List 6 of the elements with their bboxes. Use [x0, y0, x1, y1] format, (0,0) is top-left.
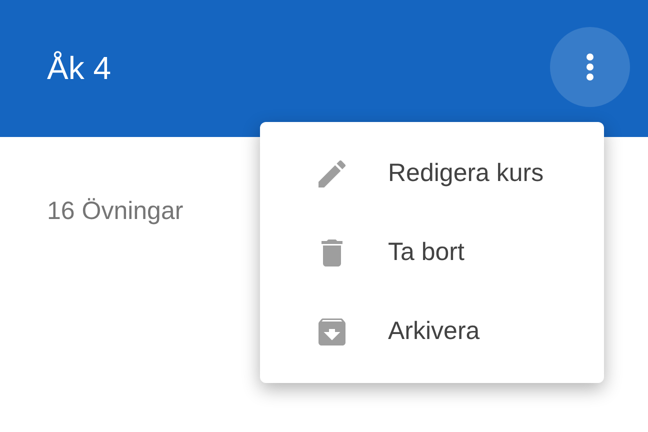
menu-item[interactable]: Redigera kurs [260, 134, 604, 213]
menu-item[interactable]: Ta bort [260, 213, 604, 292]
exercise-count: 16 Övningar [47, 197, 184, 225]
more-vertical-icon [584, 52, 596, 80]
menu-item[interactable]: Arkivera [260, 292, 604, 371]
page-title: Åk 4 [47, 50, 112, 87]
